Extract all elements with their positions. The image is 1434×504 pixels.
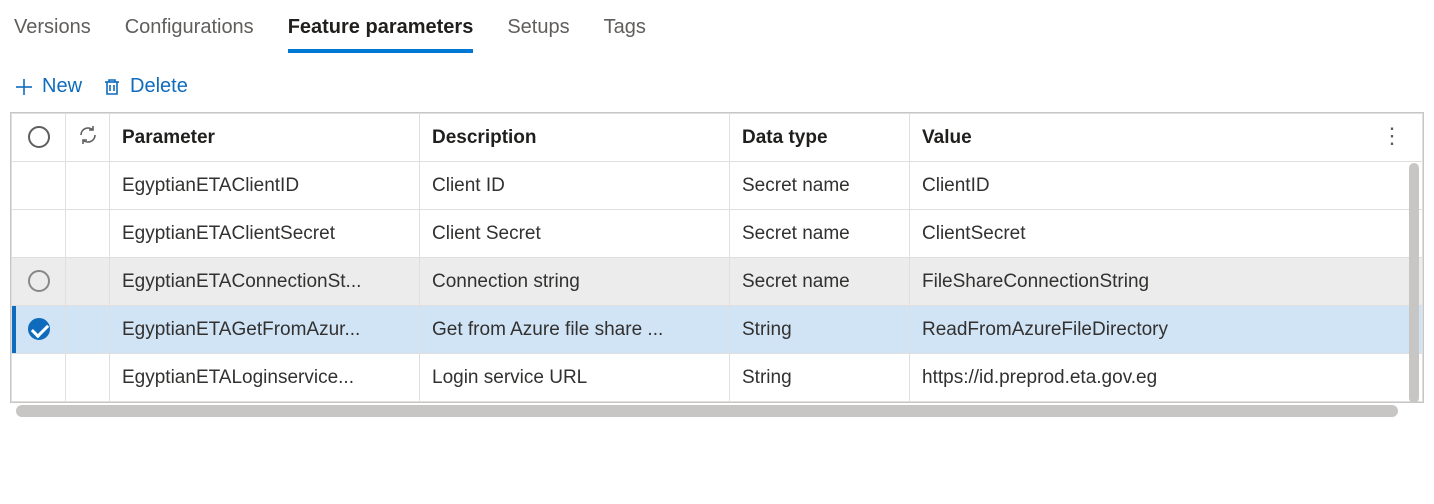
horizontal-scrollbar-thumb[interactable] [16,405,1398,417]
row-selector[interactable] [12,162,66,210]
tab-versions[interactable]: Versions [14,16,91,53]
row-selector[interactable] [12,306,66,354]
circle-icon [28,270,50,292]
table-row[interactable]: EgyptianETALoginservice...Login service … [12,354,1423,402]
cell-description[interactable]: Get from Azure file share ... [420,306,730,354]
cell-datatype[interactable]: Secret name [730,210,910,258]
command-bar: New Delete [0,53,1434,112]
delete-button[interactable]: Delete [102,75,188,98]
plus-icon [14,77,34,97]
cell-description[interactable]: Login service URL [420,354,730,402]
tab-configurations[interactable]: Configurations [125,16,254,53]
delete-label: Delete [130,75,188,98]
more-options-button[interactable]: ⋮ [1381,123,1403,149]
cell-description[interactable]: Client Secret [420,210,730,258]
row-indicator [66,306,110,354]
cell-datatype[interactable]: String [730,354,910,402]
cell-parameter[interactable]: EgyptianETALoginservice... [110,354,420,402]
trash-icon [102,77,122,97]
table-row[interactable]: EgyptianETAClientIDClient IDSecret nameC… [12,162,1423,210]
row-indicator [66,354,110,402]
table-row[interactable]: EgyptianETAConnectionSt...Connection str… [12,258,1423,306]
parameter-grid: ⋮ Parameter De [10,112,1424,403]
col-value[interactable]: Value [910,114,1423,162]
cell-datatype[interactable]: String [730,306,910,354]
cell-description[interactable]: Client ID [420,162,730,210]
col-description[interactable]: Description [420,114,730,162]
parameter-table: Parameter Description Data type Value Eg… [11,113,1423,402]
cell-parameter[interactable]: EgyptianETAClientSecret [110,210,420,258]
row-indicator [66,162,110,210]
vertical-scrollbar[interactable] [1409,163,1419,403]
refresh-header[interactable] [66,114,110,162]
checkmark-icon [28,318,50,340]
cell-datatype[interactable]: Secret name [730,258,910,306]
col-parameter[interactable]: Parameter [110,114,420,162]
tab-tags[interactable]: Tags [604,16,646,53]
table-row[interactable]: EgyptianETAClientSecretClient SecretSecr… [12,210,1423,258]
cell-value[interactable]: https://id.preprod.eta.gov.eg [910,354,1423,402]
cell-parameter[interactable]: EgyptianETAClientID [110,162,420,210]
select-all-header[interactable] [12,114,66,162]
row-indicator [66,258,110,306]
col-datatype[interactable]: Data type [730,114,910,162]
table-row[interactable]: EgyptianETAGetFromAzur...Get from Azure … [12,306,1423,354]
refresh-icon [77,124,99,146]
tab-setups[interactable]: Setups [507,16,569,53]
row-selector[interactable] [12,258,66,306]
row-selector[interactable] [12,210,66,258]
tab-feature-parameters[interactable]: Feature parameters [288,16,474,53]
cell-parameter[interactable]: EgyptianETAConnectionSt... [110,258,420,306]
cell-value[interactable]: FileShareConnectionString [910,258,1423,306]
cell-value[interactable]: ReadFromAzureFileDirectory [910,306,1423,354]
row-selector[interactable] [12,354,66,402]
circle-icon [28,126,50,148]
new-button[interactable]: New [14,75,82,98]
cell-description[interactable]: Connection string [420,258,730,306]
cell-value[interactable]: ClientSecret [910,210,1423,258]
cell-value[interactable]: ClientID [910,162,1423,210]
new-label: New [42,75,82,98]
cell-datatype[interactable]: Secret name [730,162,910,210]
horizontal-scrollbar[interactable] [10,405,1424,417]
header-row: Parameter Description Data type Value [12,114,1423,162]
cell-parameter[interactable]: EgyptianETAGetFromAzur... [110,306,420,354]
row-indicator [66,210,110,258]
tab-strip: Versions Configurations Feature paramete… [0,0,1434,53]
